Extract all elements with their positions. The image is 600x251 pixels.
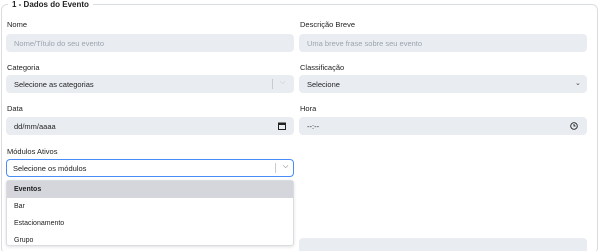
descricao-placeholder: Uma breve frase sobre seu evento [307, 38, 423, 48]
time-value: --:-- [307, 121, 320, 131]
modulos-multiselect[interactable]: Selecione os módulos ⌵ [6, 159, 294, 177]
option-estacionamento[interactable]: Estacionamento [7, 215, 293, 232]
date-value: dd/mm/aaaa [14, 121, 56, 131]
chevron-down-icon: ⌄ [575, 80, 581, 87]
modulos-value: Selecione os módulos [13, 163, 87, 173]
select-separator [272, 79, 273, 89]
option-bar[interactable]: Bar [7, 198, 293, 215]
data-label: Data [7, 104, 23, 113]
nome-input[interactable]: Nome/Título do seu evento [6, 34, 294, 52]
hora-label: Hora [300, 104, 317, 113]
chevron-down-icon[interactable]: ⌵ [280, 79, 285, 87]
classificacao-value: Selecione [307, 79, 340, 89]
classificacao-select[interactable]: Selecione ⌄ [299, 75, 587, 93]
descricao-label: Descrição Breve [300, 20, 356, 29]
time-input[interactable]: --:-- [299, 117, 587, 135]
section-legend: 1 - Dados do Evento [8, 0, 93, 9]
descricao-input[interactable]: Uma breve frase sobre seu evento [299, 34, 587, 52]
categoria-label: Categoria [7, 63, 40, 72]
modulos-dropdown-menu: Eventos Bar Estacionamento Grupo [6, 180, 294, 246]
classificacao-label: Classificação [300, 63, 345, 72]
chevron-down-icon[interactable]: ⌵ [283, 163, 288, 171]
date-input[interactable]: dd/mm/aaaa [6, 117, 294, 135]
categoria-value: Selecione as categorias [14, 79, 94, 89]
option-grupo[interactable]: Grupo [7, 232, 293, 249]
modulos-label: Módulos Ativos [7, 147, 58, 156]
clock-icon[interactable] [570, 122, 578, 130]
nome-placeholder: Nome/Título do seu evento [14, 38, 105, 48]
nome-label: Nome [7, 20, 28, 29]
partial-input-bottom-right[interactable] [299, 238, 587, 251]
select-separator [275, 163, 276, 173]
categoria-select[interactable]: Selecione as categorias ⌵ [6, 75, 294, 93]
calendar-icon[interactable] [278, 122, 286, 130]
option-eventos[interactable]: Eventos [7, 181, 293, 198]
